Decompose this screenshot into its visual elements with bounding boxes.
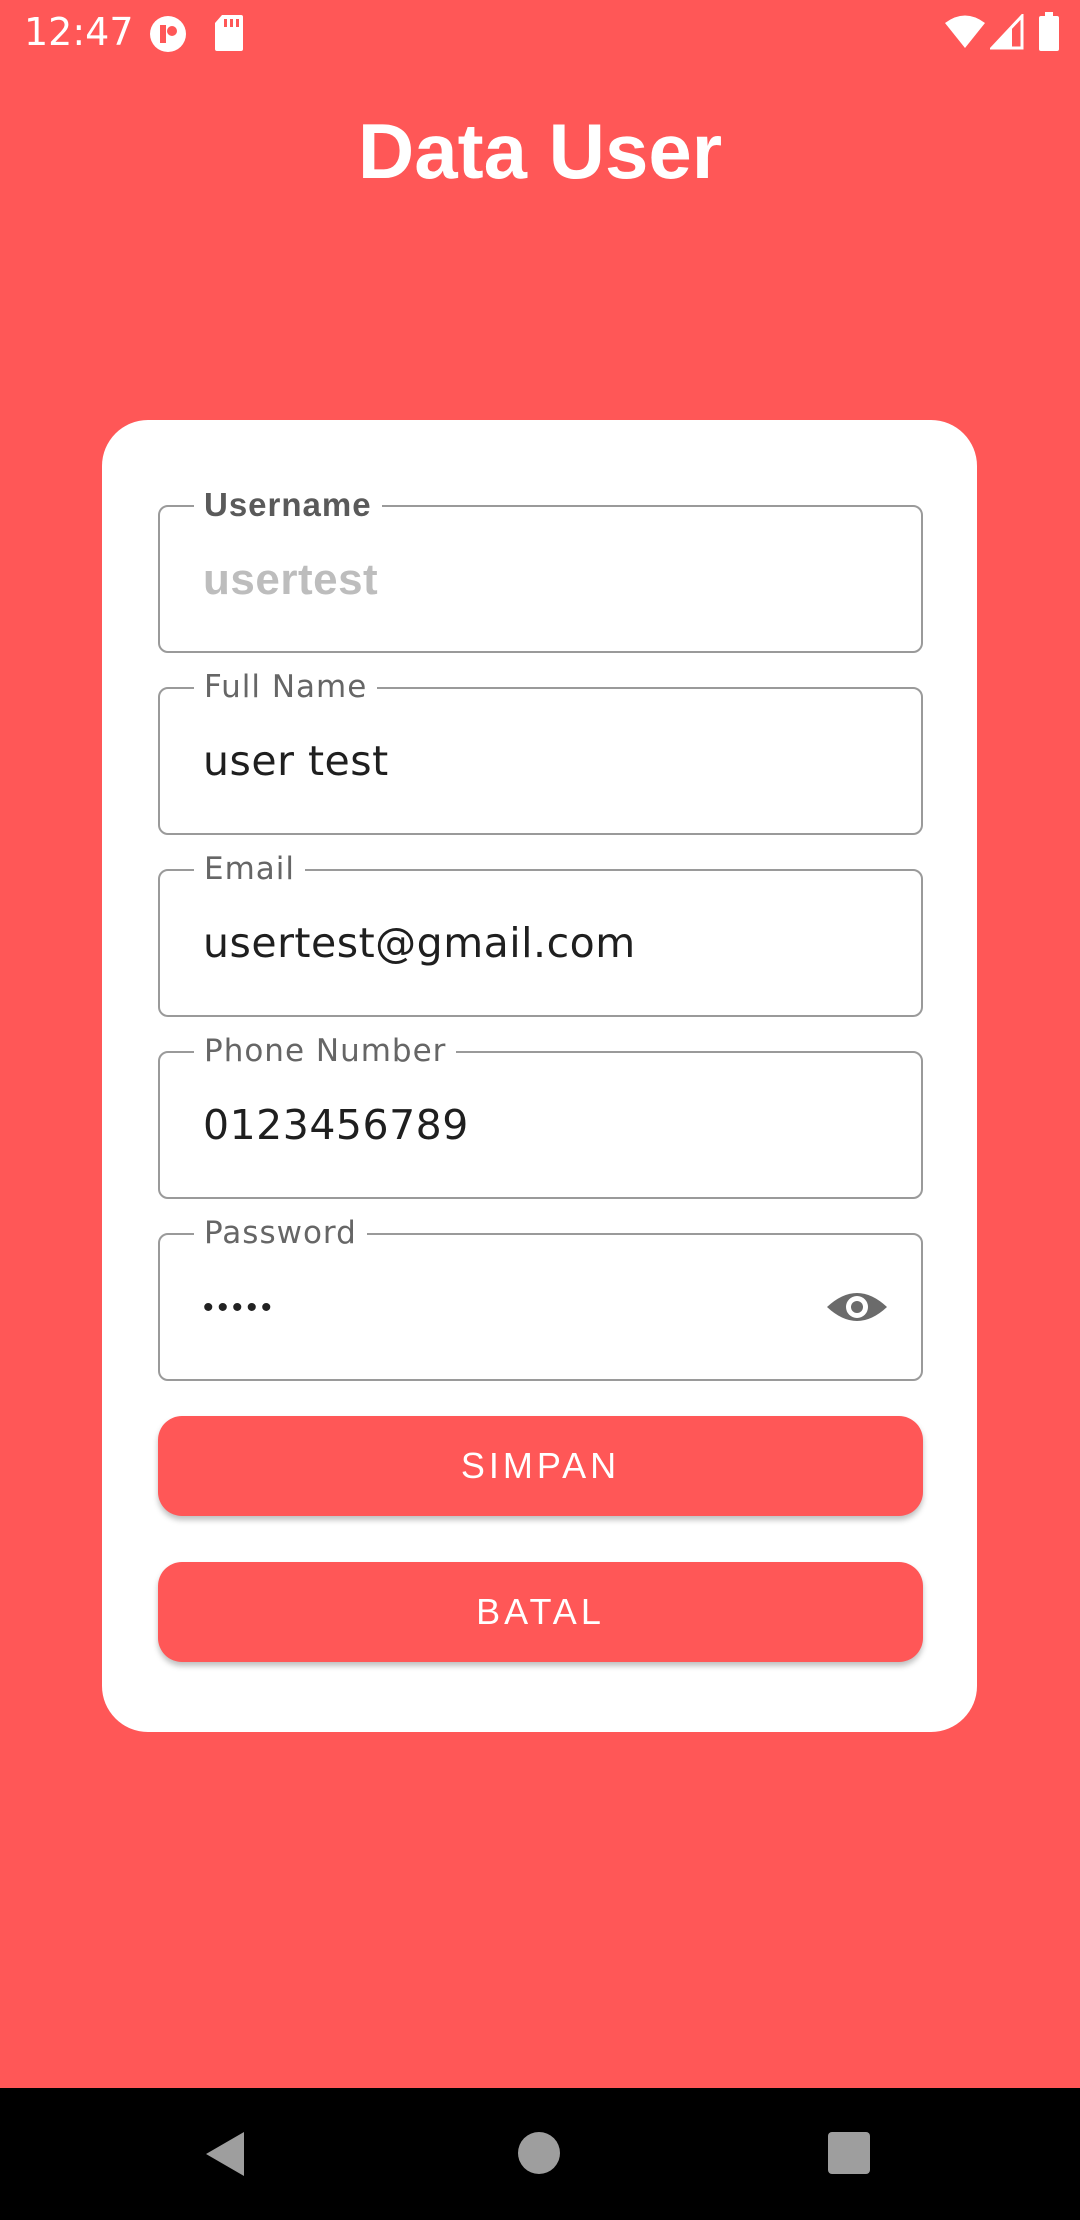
password-field[interactable]: Password •••••	[158, 1215, 923, 1381]
app-notification-icon	[150, 16, 186, 52]
username-field: Username usertest	[158, 487, 923, 653]
email-value[interactable]: usertest@gmail.com	[203, 919, 636, 967]
email-field[interactable]: Email usertest@gmail.com	[158, 851, 923, 1017]
cancel-button[interactable]: BATAL	[158, 1562, 923, 1662]
recents-icon[interactable]	[828, 2132, 870, 2174]
sd-card-icon	[215, 15, 243, 51]
home-icon[interactable]	[518, 2132, 560, 2174]
page-title: Data User	[357, 107, 723, 195]
username-value: usertest	[203, 555, 379, 604]
password-label: Password	[194, 1215, 367, 1251]
status-bar: 12:47	[0, 0, 1080, 68]
wifi-icon	[945, 15, 985, 48]
eye-icon[interactable]	[825, 1285, 889, 1329]
password-value[interactable]: •••••	[203, 1291, 276, 1325]
phone-number-label: Phone Number	[194, 1033, 457, 1069]
status-time: 12:47	[24, 10, 134, 54]
full-name-label: Full Name	[194, 669, 378, 705]
phone-number-field[interactable]: Phone Number 0123456789	[158, 1033, 923, 1199]
phone-number-value[interactable]: 0123456789	[203, 1101, 469, 1149]
user-form-card: Username usertest Full Name user test Em…	[102, 420, 977, 1732]
navigation-bar	[0, 2088, 1080, 2220]
full-name-field[interactable]: Full Name user test	[158, 669, 923, 835]
back-icon[interactable]	[204, 2130, 248, 2178]
battery-icon	[1039, 12, 1059, 51]
full-name-value[interactable]: user test	[203, 737, 389, 785]
email-label: Email	[194, 851, 306, 887]
username-label: Username	[194, 487, 382, 523]
signal-icon	[990, 14, 1024, 50]
save-button[interactable]: SIMPAN	[158, 1416, 923, 1516]
